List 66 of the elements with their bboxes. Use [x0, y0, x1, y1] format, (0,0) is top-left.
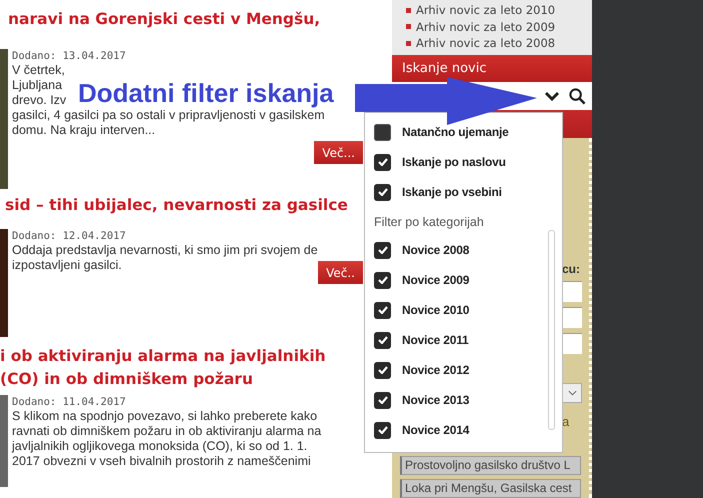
search-icon[interactable]: [569, 88, 586, 104]
checkmark-icon: [378, 276, 388, 284]
chevron-down-icon[interactable]: [544, 91, 560, 101]
checkbox[interactable]: [374, 272, 391, 288]
checkbox[interactable]: [374, 422, 391, 438]
checkmark-icon: [378, 246, 388, 254]
article-excerpt: Oddaja predstavlja nevarnosti, ki smo jim pri svojem de: [12, 243, 318, 258]
option-label[interactable]: Iskanje po vsebini: [402, 185, 502, 199]
article-excerpt: S klikom na spodnjo povezavo, si lahko preberete kako: [12, 409, 318, 424]
checkmark-icon: [378, 366, 388, 374]
checkbox[interactable]: [374, 392, 391, 408]
checkbox[interactable]: [374, 362, 391, 378]
archive-link[interactable]: Arhiv novic za leto 2008: [416, 36, 556, 50]
article-excerpt: izpostavljeni gasilci.: [12, 258, 122, 273]
checkmark-icon: [378, 306, 388, 314]
input-field[interactable]: [562, 281, 582, 302]
article-excerpt: gasilci, 4 gasilci pa so ostali v pripravljenosti v gasilskem: [12, 108, 325, 123]
archive-link[interactable]: Arhiv novic za leto 2009: [416, 20, 556, 34]
form-label: cu:: [562, 262, 581, 276]
chevron-down-icon[interactable]: [568, 390, 576, 396]
option-label[interactable]: Natančno ujemanje: [402, 125, 509, 139]
checkmark-icon: [378, 426, 388, 434]
article-excerpt: ravnati ob dimniškem požaru in ob aktiviranju alarma na: [12, 424, 322, 439]
more-button[interactable]: Več..: [318, 261, 363, 284]
option-label[interactable]: Novice 2011: [402, 333, 469, 347]
archive-link[interactable]: Arhiv novic za leto 2010: [416, 3, 556, 18]
article-title[interactable]: naravi na Gorenjski cesti v Mengšu,: [8, 7, 392, 31]
option-label[interactable]: Novice 2014: [402, 423, 470, 437]
option-label[interactable]: Novice 2009: [402, 273, 470, 287]
article-date: Dodano: 13.04.2017: [12, 49, 126, 63]
bullet-icon: [406, 8, 411, 13]
option-label[interactable]: Novice 2013: [402, 393, 470, 407]
option-label[interactable]: Iskanje po naslovu: [402, 155, 506, 169]
checkmark-icon: [378, 336, 388, 344]
more-button[interactable]: Več...: [314, 141, 363, 164]
checkbox[interactable]: [374, 124, 391, 140]
article-excerpt: Ljubljana: [12, 78, 62, 93]
scrollbar[interactable]: [548, 230, 555, 430]
input-field[interactable]: [562, 307, 582, 328]
form-label: a: [562, 414, 570, 429]
checkbox[interactable]: [374, 302, 391, 318]
input-field[interactable]: [562, 333, 582, 354]
option-label[interactable]: Novice 2010: [402, 303, 470, 317]
article-date: Dodano: 12.04.2017: [12, 229, 126, 243]
bullet-icon: [406, 24, 411, 30]
checkmark-icon: [378, 188, 388, 196]
option-label[interactable]: Novice 2008: [402, 243, 470, 257]
article-excerpt: V četrtek,: [12, 63, 65, 78]
checkmark-icon: [378, 158, 388, 166]
arrow-icon: [355, 77, 537, 125]
article-excerpt: domu. Na kraju interven...: [12, 123, 156, 138]
input-field[interactable]: Prostovoljno gasilsko društvo L: [400, 456, 581, 475]
checkbox[interactable]: [374, 332, 391, 348]
checkmark-icon: [378, 396, 388, 404]
section-header: Iskanje novic: [392, 55, 592, 82]
article-excerpt: drevo. Izv: [12, 93, 66, 108]
article-excerpt: 2017 obvezni v vseh bivalnih prostorih z nameščenimi: [12, 454, 311, 469]
checkbox[interactable]: [374, 154, 391, 170]
bullet-icon: [406, 40, 411, 46]
article-excerpt: javljalnikih ogljikovega monoksida (CO), ki so od 1. 1.: [12, 439, 308, 454]
option-label[interactable]: Novice 2012: [402, 363, 470, 377]
input-field[interactable]: Loka pri Mengšu, Gasilska cest: [400, 479, 581, 498]
article-date: Dodano: 11.04.2017: [12, 395, 126, 409]
checkbox[interactable]: [374, 242, 391, 258]
checkbox[interactable]: [374, 184, 391, 200]
section-label: Filter po kategorijah: [374, 215, 485, 231]
